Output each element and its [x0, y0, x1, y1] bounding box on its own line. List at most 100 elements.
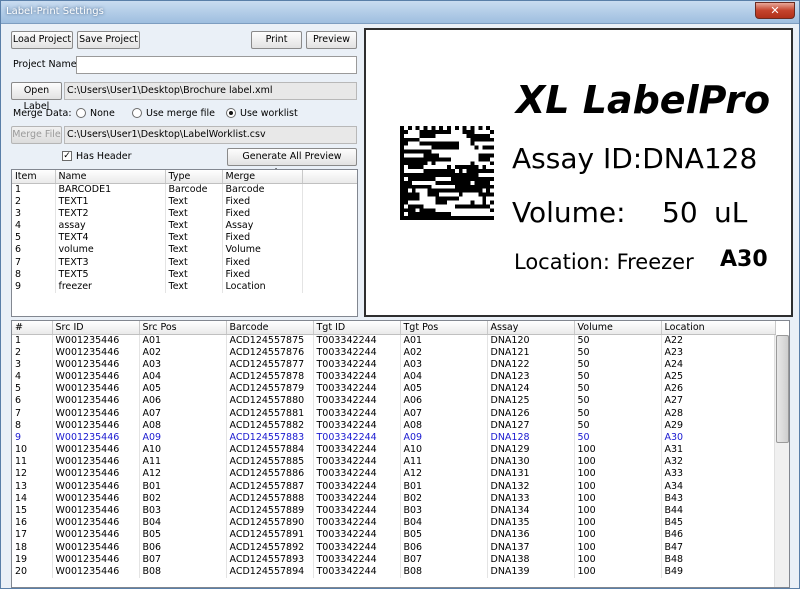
items-column-header[interactable]: Type	[165, 170, 223, 184]
worklist-column-header[interactable]: Tgt ID	[313, 321, 401, 335]
table-cell: DNA124	[487, 383, 575, 396]
title-bar[interactable]: Label-Print Settings ✕	[1, 1, 799, 24]
barcode-module	[439, 141, 444, 146]
barcode-module	[423, 216, 428, 220]
barcode-module	[400, 153, 404, 158]
table-row[interactable]: 5 TEXT4 Text Fixed	[12, 232, 357, 245]
table-row[interactable]: 2 TEXT1 Text Fixed	[12, 195, 357, 208]
table-row[interactable]: 18 W001235446 B06 ACD124557892 T003342244 B06…	[12, 541, 776, 554]
table-row[interactable]: 20 W001235446 B08 ACD124557894 T003342244 B08…	[12, 565, 776, 579]
barcode-module	[466, 173, 471, 177]
barcode-module	[466, 184, 471, 189]
label-preview-panel: XL LabelPro Assay ID:DNA128 Volume: 50 u…	[364, 28, 793, 317]
close-button[interactable]: ✕	[755, 2, 795, 19]
table-cell: TEXT5	[55, 268, 166, 281]
barcode-module	[454, 216, 459, 220]
barcode-module	[403, 188, 408, 193]
worklist-column-header[interactable]: Barcode	[226, 321, 314, 335]
worklist-column-header[interactable]: Tgt Pos	[400, 321, 488, 335]
table-row[interactable]: 8 TEXT5 Text Fixed	[12, 268, 357, 281]
items-column-header[interactable]: Name	[55, 170, 166, 184]
table-cell: TEXT4	[55, 232, 166, 245]
barcode-module	[431, 161, 436, 166]
table-row[interactable]: 1 BARCODE1 Barcode Barcode	[12, 183, 357, 196]
table-row[interactable]: 3 TEXT2 Text Fixed	[12, 207, 357, 220]
table-cell: A22	[661, 334, 776, 347]
table-cell: ACD124557888	[226, 492, 314, 505]
label-path-field[interactable]: C:\Users\User1\Desktop\Brochure label.xm…	[64, 82, 357, 100]
barcode-module	[466, 169, 471, 173]
merge-worklist-radio[interactable]	[226, 108, 236, 118]
worklist-column-header[interactable]: Assay	[487, 321, 575, 335]
save-project-button[interactable]: Save Project	[77, 31, 140, 49]
barcode-module	[470, 141, 475, 146]
barcode-module	[447, 180, 451, 185]
table-row[interactable]: 19 W001235446 B07 ACD124557893 T003342244 B07…	[12, 553, 776, 566]
table-row[interactable]: 16 W001235446 B04 ACD124557890 T003342244 B04…	[12, 517, 776, 530]
worklist-column-header[interactable]: Volume	[574, 321, 662, 335]
table-cell: ACD124557883	[226, 431, 314, 444]
merge-file-button[interactable]: Merge File	[11, 126, 62, 144]
barcode-module	[419, 133, 424, 138]
items-column-header[interactable]: Item	[12, 170, 56, 184]
barcode-module	[415, 192, 420, 197]
table-cell: 100	[574, 504, 662, 518]
barcode-module	[423, 176, 428, 181]
table-row[interactable]: 2 W001235446 A02 ACD124557876 T003342244 A02 D…	[12, 346, 776, 359]
table-row[interactable]: 11 W001235446 A11 ACD124557885 T003342244 A11…	[12, 456, 776, 469]
table-row[interactable]: 3 W001235446 A03 ACD124557877 T003342244 A03 D…	[12, 358, 776, 371]
table-row[interactable]: 1 W001235446 A01 ACD124557875 T003342244 A01 D…	[12, 334, 776, 347]
project-name-input[interactable]	[76, 56, 357, 74]
table-row[interactable]: 12 W001235446 A12 ACD124557886 T003342244 A12…	[12, 468, 776, 481]
barcode-module	[490, 145, 494, 150]
table-row[interactable]: 5 W001235446 A05 ACD124557879 T003342244 A05 D…	[12, 383, 776, 396]
barcode-module	[419, 184, 424, 189]
table-cell: W001235446	[52, 529, 140, 542]
barcode-module	[407, 208, 412, 213]
table-row[interactable]: 9 freezer Text Location	[12, 280, 357, 293]
preview-button[interactable]: Preview	[306, 31, 357, 49]
open-label-button[interactable]: Open Label	[11, 82, 62, 112]
scrollbar-thumb[interactable]	[776, 335, 789, 443]
table-cell: T003342244	[313, 504, 401, 518]
table-cell: A33	[661, 468, 776, 481]
worklist-column-header[interactable]: Src ID	[52, 321, 140, 335]
table-cell: Text	[165, 207, 223, 220]
barcode-module	[458, 173, 463, 177]
has-header-checkbox[interactable]: ✓	[62, 151, 72, 161]
table-row[interactable]: 6 W001235446 A06 ACD124557880 T003342244 A06 D…	[12, 395, 776, 408]
table-row[interactable]: 8 W001235446 A08 ACD124557882 T003342244 A08 D…	[12, 419, 776, 432]
table-row[interactable]: 6 volume Text Volume	[12, 244, 357, 257]
barcode-module	[447, 141, 451, 146]
barcode-module	[411, 196, 416, 201]
items-column-header[interactable]: Merge	[222, 170, 303, 184]
table-row[interactable]: 13 W001235446 B01 ACD124557887 T003342244 B01…	[12, 480, 776, 493]
table-row[interactable]: 7 TEXT3 Text Fixed	[12, 256, 357, 269]
table-cell: W001235446	[52, 419, 140, 432]
table-cell: Fixed	[222, 207, 303, 220]
table-row[interactable]: 9 W001235446 A09 ACD124557883 T003342244 A09 D…	[12, 431, 776, 444]
table-row[interactable]: 15 W001235446 B03 ACD124557889 T003342244 B03…	[12, 504, 776, 518]
barcode-module	[482, 204, 487, 209]
barcode-module	[458, 165, 463, 170]
table-row[interactable]: 10 W001235446 A10 ACD124557884 T003342244 A10…	[12, 444, 776, 457]
merge-file-radio[interactable]	[132, 108, 142, 118]
table-row[interactable]: 17 W001235446 B05 ACD124557891 T003342244 B05…	[12, 529, 776, 542]
table-row[interactable]: 4 assay Text Assay	[12, 219, 357, 233]
worklist-column-header[interactable]: #	[12, 321, 53, 335]
table-row[interactable]: 4 W001235446 A04 ACD124557878 T003342244 A04 D…	[12, 370, 776, 384]
worklist-column-header[interactable]: Location	[661, 321, 776, 335]
print-button[interactable]: Print	[251, 31, 302, 49]
worklist-scrollbar[interactable]	[774, 335, 789, 587]
barcode-module	[427, 173, 432, 177]
table-row[interactable]: 14 W001235446 B02 ACD124557888 T003342244 B02…	[12, 492, 776, 505]
table-row[interactable]: 7 W001235446 A07 ACD124557881 T003342244 A07 D…	[12, 407, 776, 420]
generate-all-preview-images-button[interactable]: Generate All Preview Images	[227, 148, 357, 178]
worklist-column-header[interactable]: Src Pos	[139, 321, 227, 335]
merge-file-path-field[interactable]: C:\Users\User1\Desktop\LabelWorklist.csv	[64, 126, 357, 144]
worklist-table[interactable]: # Src ID Src Pos Barcode Tgt ID Tgt Pos Assay V…	[11, 320, 790, 588]
merge-none-radio[interactable]	[76, 108, 86, 118]
label-items-table[interactable]: Item Name Type Merge 1 BARCODE1 Barcode Barcod…	[11, 169, 358, 317]
load-project-button[interactable]: Load Project	[11, 31, 73, 49]
table-cell: W001235446	[52, 444, 140, 457]
